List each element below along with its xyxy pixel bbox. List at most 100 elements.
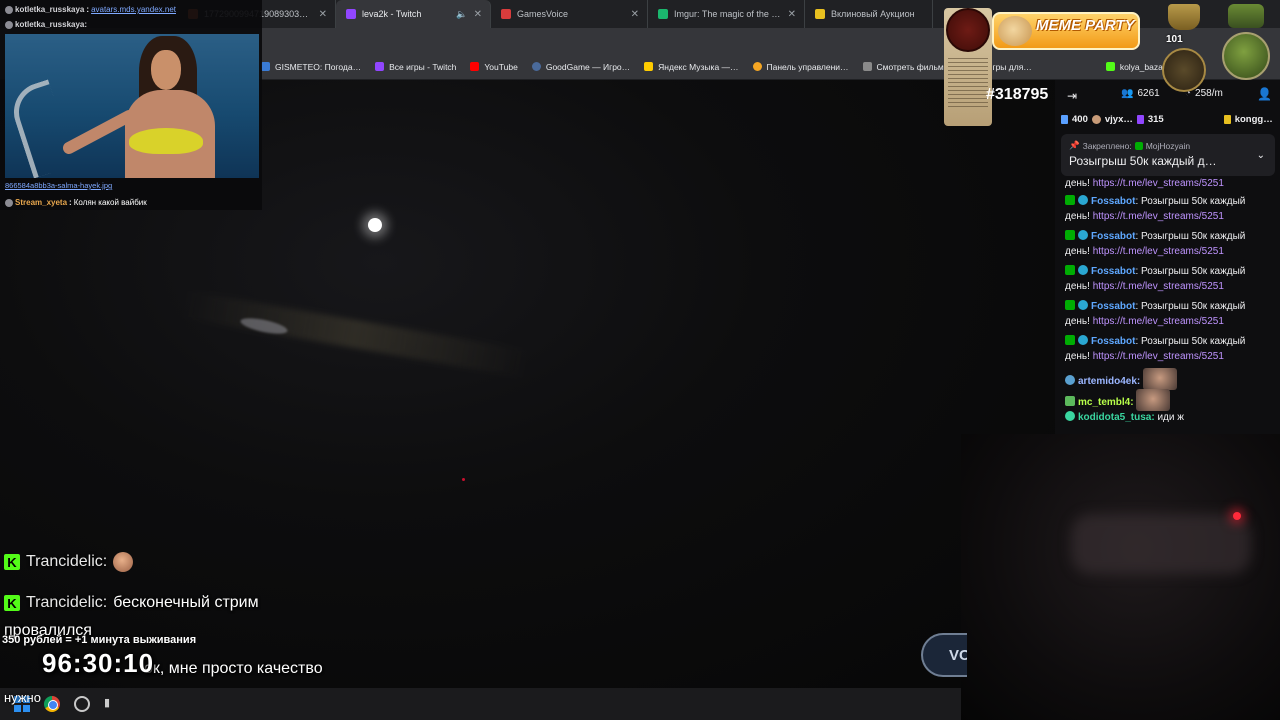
bot-badge-icon [1078, 230, 1088, 240]
imgur-icon [658, 9, 668, 19]
collapse-chat-icon[interactable]: ⇥ [1067, 89, 1077, 103]
chrome-icon[interactable] [44, 696, 60, 712]
tab-gamesvoice[interactable]: GamesVoice ✕ [491, 0, 648, 28]
big-chat-text: бесконечный стрим [113, 594, 259, 611]
pinned-text: Розыгрыш 50к каждый д… [1069, 154, 1217, 168]
kick-icon: K [4, 595, 20, 611]
overlay-chat-user: Stream_xyeta [15, 198, 68, 207]
orc-head-icon [1222, 32, 1270, 80]
tab-twitch[interactable]: leva2k - Twitch 🔈 ✕ [336, 0, 491, 28]
chat-message: mc_tembl4: [1065, 389, 1275, 411]
chat-text: Розыгрыш 50к каждый [1141, 336, 1246, 347]
doge-icon [998, 16, 1032, 46]
overlay-chat-user: kotletka_russkaya: [15, 20, 88, 29]
stream-timer: 96:30:10 [42, 648, 155, 678]
big-chat-text: нужно [4, 690, 41, 705]
rank-badge: 101 [1160, 4, 1208, 94]
tab-title: Вклиновый Аукцион [831, 9, 915, 19]
overlay-image-caption[interactable]: 866584a8bb3a-salma-hayek.jpg [5, 181, 112, 190]
chat-text: Розыгрыш 50к каждый [1141, 231, 1246, 242]
chat-link[interactable]: https://t.me/lev_streams/5251 [1093, 211, 1224, 222]
chat-text: день! [1065, 246, 1090, 257]
close-icon[interactable]: ✕ [319, 9, 327, 20]
chat-link[interactable]: https://t.me/lev_streams/5251 [1093, 246, 1224, 257]
kick-icon: K [4, 554, 20, 570]
bookmark-label: Игры для… [986, 61, 1032, 72]
big-chat-message: ок, мне просто качество [144, 660, 323, 678]
viewer-count-value: 6261 [1137, 88, 1160, 99]
steam-icon[interactable] [74, 696, 90, 712]
subscriber-badge-icon [1065, 375, 1075, 385]
overlay-chat-link[interactable]: avatars.mds.yandex.net [91, 5, 176, 14]
video-light-streak [180, 289, 530, 379]
tab-title: leva2k - Twitch [362, 9, 422, 19]
gifter-name[interactable]: kongg… [1235, 114, 1273, 125]
user-badge-icon [5, 20, 13, 29]
overlay-chat-user: kotletka_russkaya [15, 5, 85, 14]
chat-user[interactable]: Fossabot [1091, 336, 1135, 347]
close-icon[interactable]: ✕ [474, 9, 482, 20]
speaker-icon[interactable]: 🔈 [456, 9, 467, 20]
bookmark-gismeteo[interactable]: GISMETEO: Погода… [254, 62, 368, 72]
orc-badge [1218, 4, 1274, 92]
screen: 1772900994719089​3030.png (… ✕ leva2k - … [0, 0, 1280, 720]
chat-text: день! [1065, 351, 1090, 362]
bot-badge-icon [1078, 335, 1088, 345]
chat-user[interactable]: Fossabot [1091, 301, 1135, 312]
v-button[interactable]: VC [921, 633, 967, 677]
chat-user[interactable]: mc_tembl4: [1078, 397, 1134, 408]
big-chat-text: ок, мне просто качество [144, 660, 323, 677]
gifter-leaderboard: 400 vjyx… 315 kongg… [1055, 110, 1280, 128]
close-icon[interactable]: ✕ [788, 9, 796, 20]
bookmark-twitch[interactable]: Все игры - Twitch [368, 62, 463, 72]
chat-link[interactable]: https://t.me/lev_streams/5251 [1093, 316, 1224, 327]
chat-message: Fossabot: Розыгрыш 50к каждый день! http… [1065, 230, 1246, 257]
bookmark-youtube[interactable]: YouTube [463, 62, 524, 72]
bookmark-label: Панель управлени… [766, 61, 849, 72]
big-chat-message: K Trancidelic: бесконечный стрим [4, 594, 259, 612]
chat-text: Розыгрыш 50к каждый [1141, 266, 1246, 277]
crest-icon [1168, 4, 1200, 30]
bot-badge-icon [1078, 300, 1088, 310]
pinned-by: MojHozyain [1145, 140, 1191, 151]
subscriber-badge-icon [1065, 411, 1075, 421]
moderator-badge-icon [1065, 195, 1075, 205]
gift-badge-icon [1136, 114, 1144, 124]
tab-auction[interactable]: Вклиновый Аукцион [805, 0, 933, 28]
meme-party-badge: MEME PARTY [992, 12, 1140, 50]
app-icon[interactable]: ▮ [104, 696, 120, 712]
chat-user[interactable]: Fossabot [1091, 231, 1135, 242]
page-icon [862, 62, 872, 71]
big-chat-user: Trancidelic: [26, 594, 108, 611]
avatar [1091, 114, 1101, 124]
chat-link[interactable]: https://t.me/lev_streams/5251 [1093, 281, 1224, 292]
pinned-label: Закреплено: [1082, 140, 1132, 151]
chevron-down-icon[interactable]: ⌄ [1257, 150, 1265, 161]
timer-rule: 350 рублей = +1 минута выживания [2, 634, 197, 646]
chat-link[interactable]: https://t.me/lev_streams/5251 [1093, 351, 1224, 362]
chat-user[interactable]: Fossabot [1091, 196, 1135, 207]
bookmark-panel[interactable]: Панель управлени… [746, 62, 856, 72]
gifter-name[interactable]: vjyx… [1105, 114, 1133, 125]
chat-message: Fossabot: Розыгрыш 50к каждый день! http… [1065, 265, 1246, 292]
chat-text: день! [1065, 316, 1090, 327]
scroll-text-lines [948, 58, 988, 110]
chat-user[interactable]: kodidota5_tusa: [1078, 412, 1155, 423]
big-chat-user: Trancidelic: [26, 553, 108, 570]
emote-icon [1136, 389, 1171, 411]
bot-badge-icon [1078, 265, 1088, 275]
bookmark-goodgame[interactable]: GoodGame — Игро… [525, 62, 637, 72]
chat-text: иди ж [1157, 412, 1184, 423]
pinned-message[interactable]: 📌 Закреплено: MojHozyain Розыгрыш 50к ка… [1061, 134, 1275, 176]
tab-imgur[interactable]: Imgur: The magic of the Intern… ✕ [648, 0, 805, 28]
video-red-light [462, 478, 465, 481]
bookmark-label: YouTube [484, 61, 518, 72]
webcam-bed [1071, 514, 1251, 574]
bookmark-yandex-music[interactable]: Яндекс Музыка —… [637, 62, 745, 72]
chat-link[interactable]: https://t.me/lev_streams/5251 [1093, 178, 1224, 189]
meme-party-label: MEME PARTY [1036, 17, 1135, 34]
chat-user[interactable]: artemido4ek: [1078, 376, 1140, 387]
close-icon[interactable]: ✕ [631, 9, 639, 20]
chat-text: день! [1065, 211, 1090, 222]
chat-user[interactable]: Fossabot [1091, 266, 1135, 277]
